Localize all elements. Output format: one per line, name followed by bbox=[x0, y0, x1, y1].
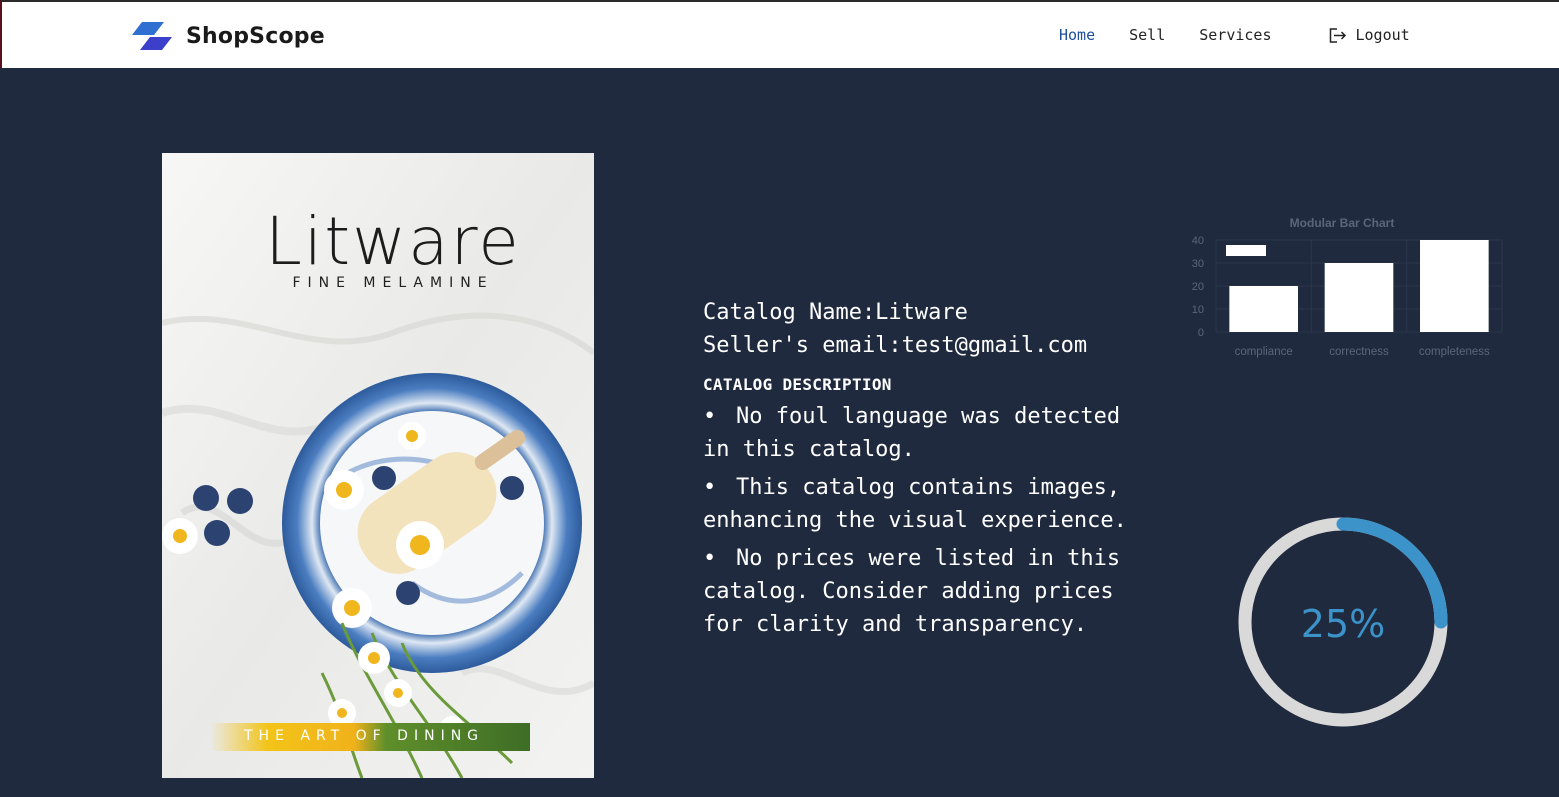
progress-label: 25% bbox=[1300, 602, 1386, 646]
top-navbar: ShopScope Home Sell Services Logout bbox=[0, 0, 1559, 68]
brand-name: ShopScope bbox=[186, 23, 325, 49]
main-nav: Home Sell Services Logout bbox=[1059, 26, 1410, 44]
nav-sell[interactable]: Sell bbox=[1129, 26, 1165, 44]
legend-swatch bbox=[1226, 245, 1266, 256]
quality-bar-chart: Modular Bar Chart 0 10 20 30 40 compliance co… bbox=[1192, 216, 1503, 358]
shopscope-logo-icon bbox=[132, 20, 174, 52]
description-item: • No prices were listed in this catalog. … bbox=[703, 542, 1153, 641]
y-tick-label: 10 bbox=[1192, 304, 1204, 316]
nav-services[interactable]: Services bbox=[1199, 26, 1271, 44]
cover-subtitle: FINE MELAMINE bbox=[292, 275, 494, 291]
y-tick-label: 40 bbox=[1192, 235, 1204, 247]
brand[interactable]: ShopScope bbox=[132, 20, 325, 52]
catalog-info: Catalog Name:Litware Seller's email:test… bbox=[703, 296, 1153, 646]
catalog-cover-image: Litware FINE MELAMINE THE ART OF DINING bbox=[162, 153, 594, 778]
y-tick-label: 0 bbox=[1198, 327, 1204, 339]
bullet-dot: • bbox=[703, 475, 717, 500]
bar-correctness bbox=[1324, 263, 1394, 332]
description-item: • This catalog contains images, enhancing… bbox=[703, 471, 1153, 537]
y-tick-label: 20 bbox=[1192, 281, 1204, 293]
logout-icon bbox=[1329, 27, 1346, 43]
logout-label: Logout bbox=[1355, 26, 1410, 44]
description-item: • No foul language was detected in this c… bbox=[703, 400, 1153, 466]
logout-button[interactable]: Logout bbox=[1328, 26, 1410, 44]
x-tick-label: correctness bbox=[1329, 346, 1389, 358]
bullet-dot: • bbox=[703, 404, 717, 429]
cover-title: Litware bbox=[265, 203, 521, 280]
catalog-name: Catalog Name:Litware bbox=[703, 300, 968, 325]
x-tick-label: compliance bbox=[1235, 346, 1293, 358]
bar-compliance bbox=[1229, 286, 1298, 332]
nav-home[interactable]: Home bbox=[1059, 26, 1095, 44]
cover-tagline: THE ART OF DINING bbox=[244, 728, 485, 744]
chart-title: Modular Bar Chart bbox=[1290, 216, 1395, 230]
description-heading: CATALOG DESCRIPTION bbox=[703, 375, 892, 394]
y-tick-label: 30 bbox=[1192, 258, 1204, 270]
bullet-dot: • bbox=[703, 546, 717, 571]
description-list: • No foul language was detected in this c… bbox=[703, 400, 1153, 641]
seller-email: Seller's email:test@gmail.com bbox=[703, 333, 1088, 358]
x-tick-label: completeness bbox=[1419, 346, 1490, 358]
bar-completeness bbox=[1420, 240, 1489, 332]
